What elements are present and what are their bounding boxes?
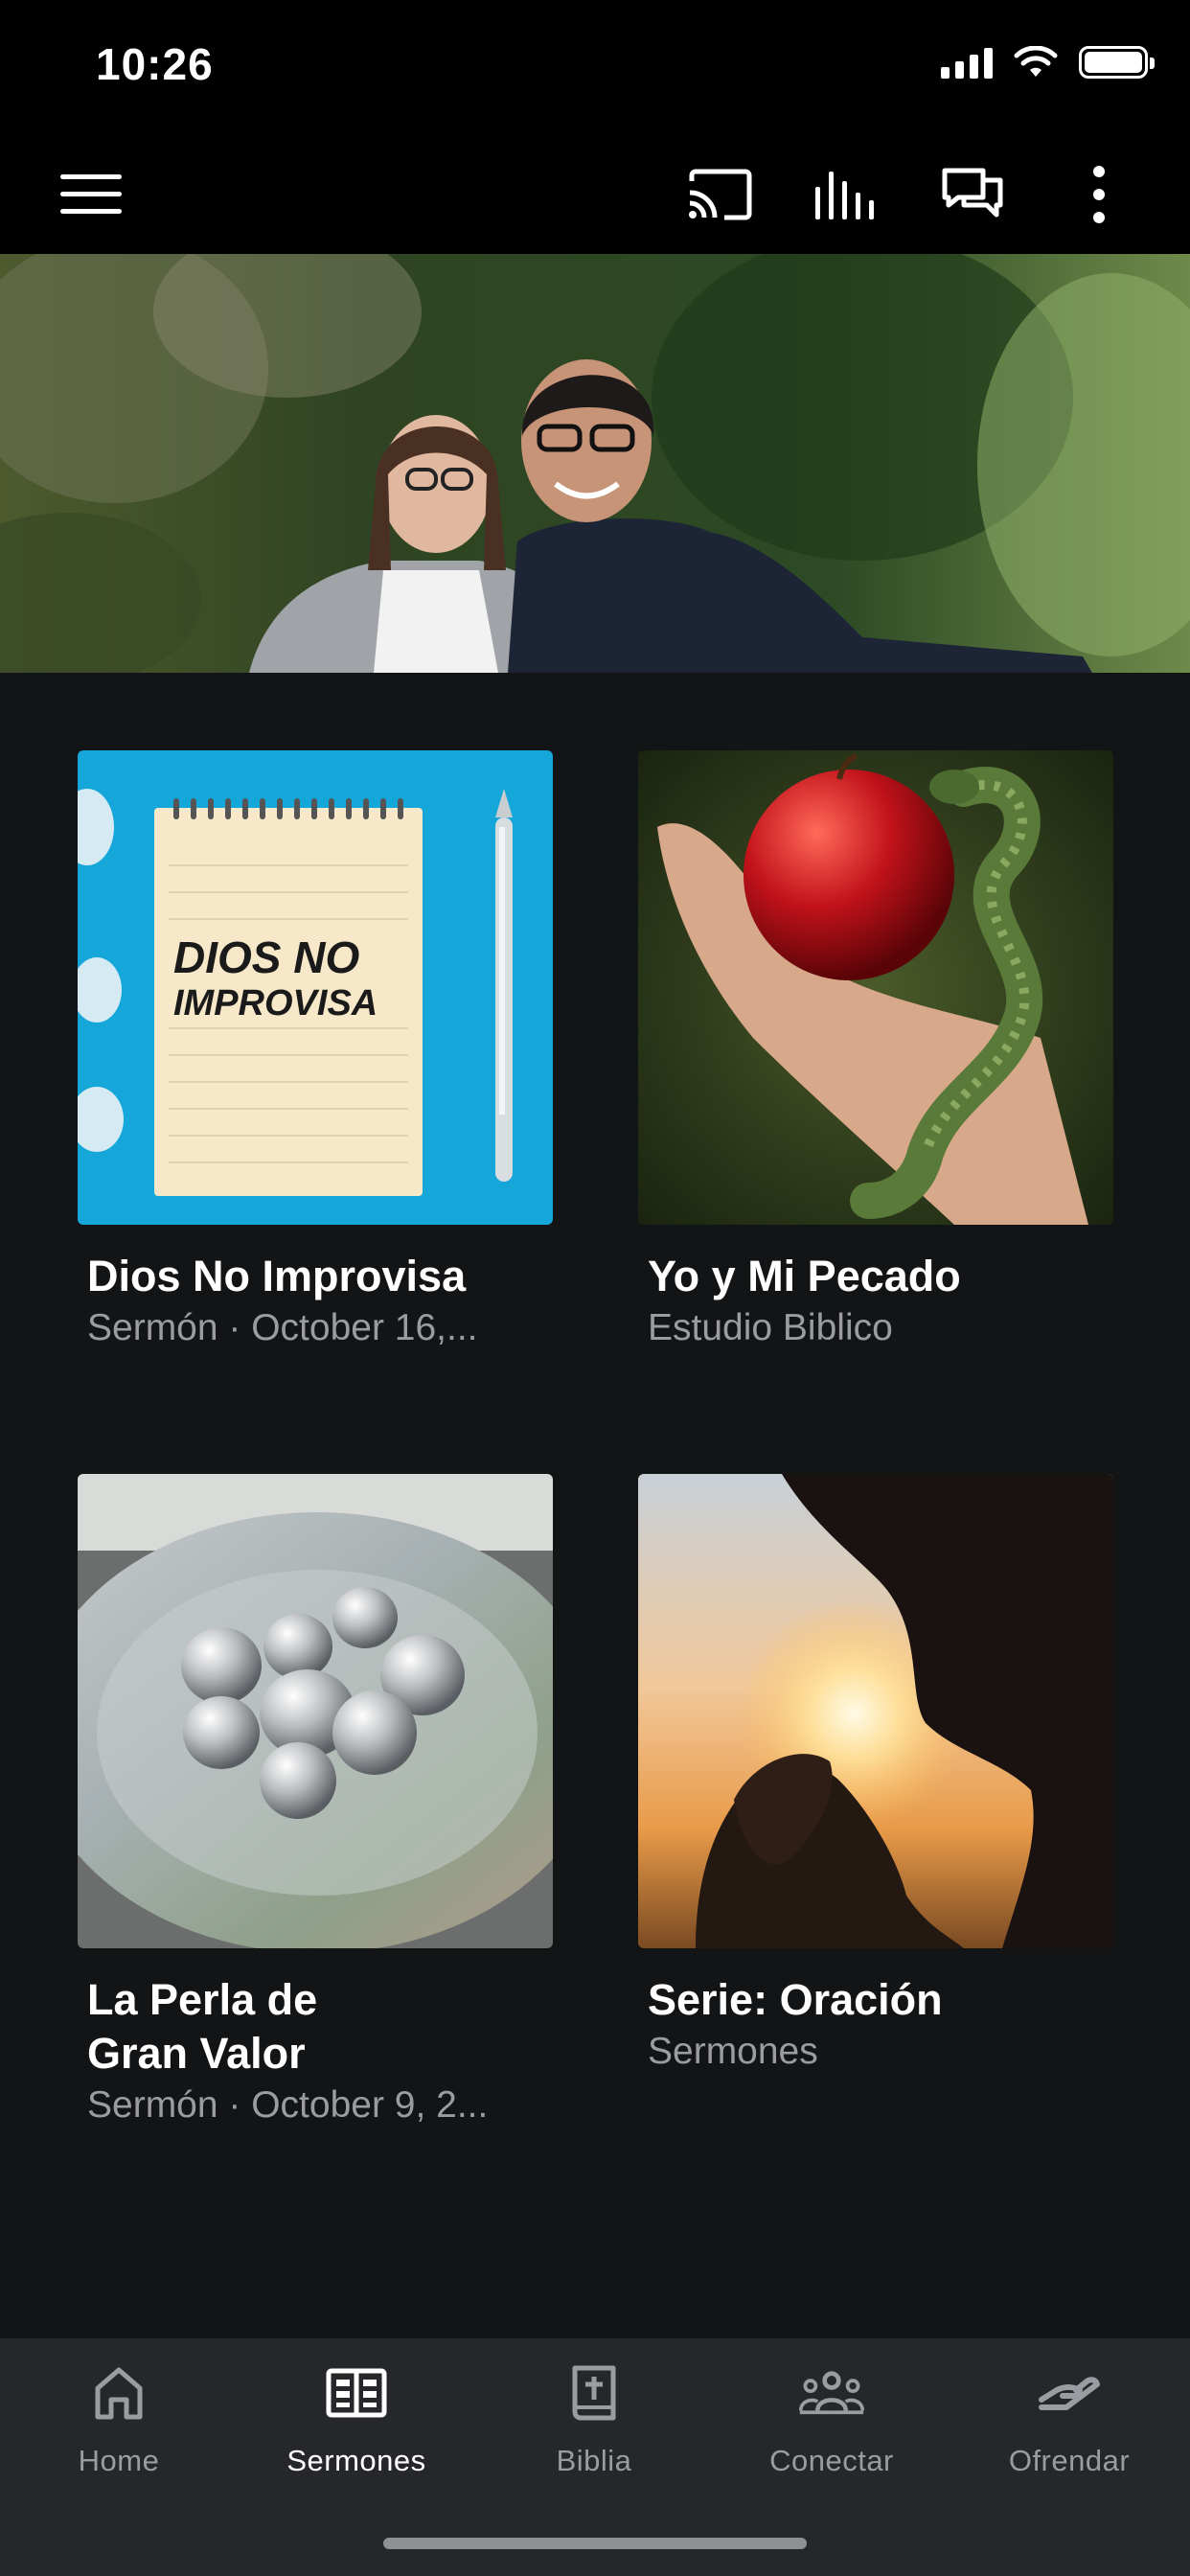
tab-sermones[interactable]: Sermones xyxy=(251,2359,462,2478)
card-title: Serie: Oración xyxy=(648,1975,943,2024)
cast-button[interactable] xyxy=(682,157,757,232)
card-thumbnail xyxy=(638,750,1113,1225)
thumb-text-line1: DIOS NO xyxy=(173,932,360,982)
battery-icon xyxy=(1079,46,1155,79)
card-subtitle: Sermón · October 9, 2... xyxy=(87,2084,489,2126)
card-thumbnail xyxy=(638,1474,1113,1948)
home-icon xyxy=(85,2359,152,2426)
menu-button[interactable] xyxy=(54,157,128,232)
more-button[interactable] xyxy=(1062,157,1136,232)
tab-home[interactable]: Home xyxy=(13,2359,224,2478)
chat-button[interactable] xyxy=(935,157,1010,232)
thumb-text-line2: IMPROVISA xyxy=(173,983,378,1024)
card-subtitle: Sermón · October 16,... xyxy=(87,1307,478,1348)
tab-ofrendar[interactable]: Ofrendar xyxy=(964,2359,1175,2478)
tab-label: Biblia xyxy=(556,2444,632,2477)
sermon-card[interactable]: Serie: Oración Sermones xyxy=(638,1474,1113,2077)
status-bar: 10:26 xyxy=(0,0,1190,134)
tab-biblia[interactable]: Biblia xyxy=(489,2359,699,2478)
chat-icon xyxy=(942,168,1003,218)
card-thumbnail xyxy=(78,1474,553,1948)
tab-label: Conectar xyxy=(769,2444,894,2477)
card-subtitle: Estudio Biblico xyxy=(648,1307,893,1348)
tab-label: Home xyxy=(78,2444,160,2477)
tab-label: Sermones xyxy=(286,2444,426,2477)
card-subtitle: Sermones xyxy=(648,2031,818,2072)
tab-conectar[interactable]: Conectar xyxy=(726,2359,937,2478)
card-title: Yo y Mi Pecado xyxy=(648,1252,961,1300)
more-vertical-icon xyxy=(1093,166,1105,223)
tab-label: Ofrendar xyxy=(1008,2444,1131,2477)
home-indicator xyxy=(383,2538,807,2549)
group-icon xyxy=(798,2359,865,2426)
signal-icon xyxy=(941,46,993,79)
top-toolbar xyxy=(0,134,1190,254)
status-time: 10:26 xyxy=(96,39,214,89)
sermon-card[interactable]: DIOS NO IMPROVISA Dios No Improvisa Serm… xyxy=(78,750,553,1353)
equalizer-icon xyxy=(815,172,874,219)
sermon-card[interactable]: La Perla de Gran Valor Sermón · October … xyxy=(78,1474,553,2130)
bible-icon xyxy=(561,2359,628,2426)
hero-image xyxy=(0,254,1190,673)
cast-icon xyxy=(689,169,752,220)
hamburger-icon xyxy=(60,174,122,214)
book-icon xyxy=(323,2359,390,2426)
status-icons xyxy=(941,46,1155,79)
card-thumbnail: DIOS NO IMPROVISA xyxy=(78,750,553,1225)
app-screen: 10:26 DIOS NO IMPROVISA Dios No Improvis… xyxy=(0,0,1190,2576)
card-title: Dios No Improvisa xyxy=(87,1252,467,1300)
sermon-card[interactable]: Yo y Mi Pecado Estudio Biblico xyxy=(638,750,1113,1353)
wifi-icon xyxy=(1014,46,1058,77)
card-title: La Perla de Gran Valor xyxy=(87,1975,318,2078)
give-icon xyxy=(1036,2359,1103,2426)
audio-button[interactable] xyxy=(808,157,882,232)
